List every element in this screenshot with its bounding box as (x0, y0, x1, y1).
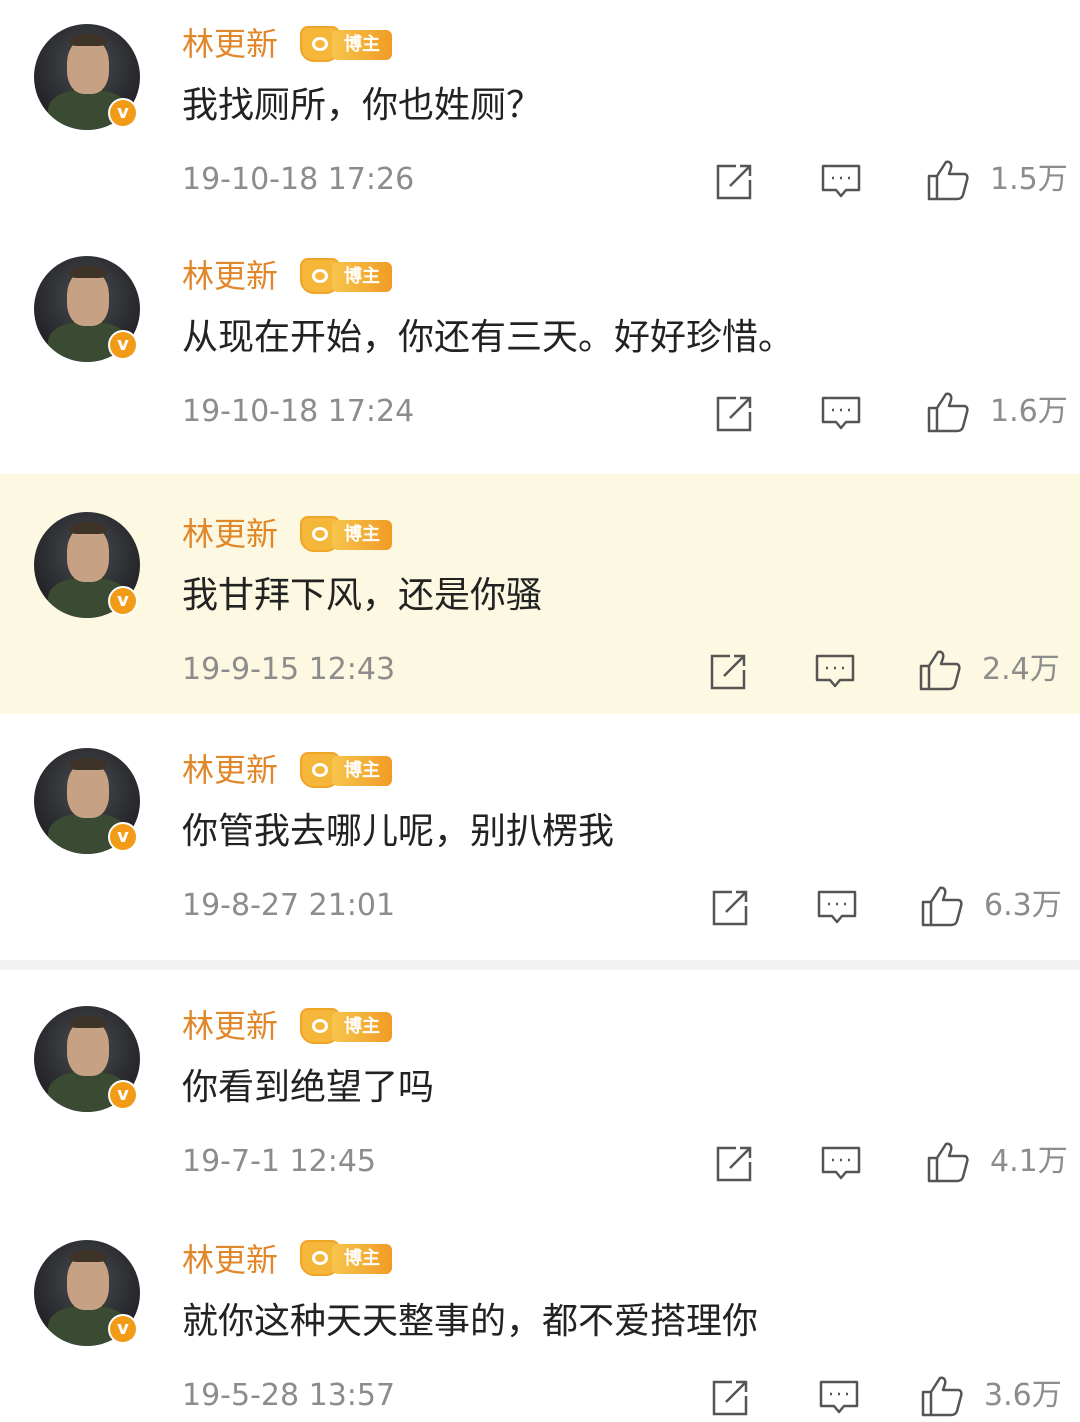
comment-time: 19-7-1 12:45 (182, 1144, 376, 1179)
username[interactable]: 林更新 (182, 252, 278, 300)
like-count: 1.6万 (990, 394, 1068, 429)
username[interactable]: 林更新 (182, 1236, 278, 1284)
blogger-tag: 博主 (300, 752, 392, 788)
share-icon[interactable] (710, 888, 750, 928)
section-divider (0, 960, 1080, 970)
comment-time: 19-10-18 17:26 (182, 162, 415, 197)
like-count: 1.5万 (990, 162, 1068, 197)
blogger-tag-label: 博主 (332, 520, 392, 550)
comment-item: v 林更新 博主 你看到绝望了吗 19-7-1 12:45 4.1万 (0, 978, 1080, 1210)
comment-icon[interactable] (814, 652, 856, 692)
share-icon[interactable] (710, 1378, 750, 1418)
verified-badge: v (108, 1080, 138, 1110)
blogger-tag-label: 博主 (332, 30, 392, 60)
share-icon[interactable] (708, 652, 748, 692)
like-icon[interactable] (920, 884, 964, 928)
comment-icon[interactable] (820, 1144, 862, 1184)
blogger-tag: 博主 (300, 516, 392, 552)
like-count: 3.6万 (984, 1378, 1062, 1413)
verified-badge: v (108, 98, 138, 128)
verified-badge: v (108, 586, 138, 616)
share-icon[interactable] (714, 394, 754, 434)
like-icon[interactable] (918, 648, 962, 692)
blogger-tag: 博主 (300, 1008, 392, 1044)
comment-text: 我找厕所，你也姓厕？ (182, 85, 543, 126)
comment-icon[interactable] (816, 888, 858, 928)
comment-text: 就你这种天天整事的，都不爱搭理你 (182, 1301, 759, 1342)
comment-icon[interactable] (818, 1378, 860, 1418)
comment-time: 19-5-28 13:57 (182, 1378, 396, 1413)
blogger-tag: 博主 (300, 1240, 392, 1276)
share-icon[interactable] (714, 162, 754, 202)
verified-badge: v (108, 822, 138, 852)
like-icon[interactable] (926, 390, 970, 434)
blogger-tag-label: 博主 (332, 756, 392, 786)
like-count: 6.3万 (984, 888, 1062, 923)
comment-time: 19-10-18 17:24 (182, 394, 415, 429)
comment-icon[interactable] (820, 162, 862, 202)
share-icon[interactable] (714, 1144, 754, 1184)
comment-time: 19-9-15 12:43 (182, 652, 396, 687)
comment-text: 你看到绝望了吗 (182, 1067, 435, 1108)
comment-item: v 林更新 博主 从现在开始，你还有三天。好好珍惜。 19-10-18 17:2… (0, 232, 1080, 462)
comment-text: 你管我去哪儿呢，别扒楞我 (182, 811, 615, 852)
verified-badge: v (108, 1314, 138, 1344)
username[interactable]: 林更新 (182, 746, 278, 794)
comment-icon[interactable] (820, 394, 862, 434)
like-icon[interactable] (926, 1140, 970, 1184)
verified-badge: v (108, 330, 138, 360)
like-icon[interactable] (920, 1374, 964, 1418)
blogger-tag: 博主 (300, 258, 392, 294)
comment-feed: v 林更新 博主 我找厕所，你也姓厕？ 19-10-18 17:26 1.5万 … (0, 0, 1080, 1422)
blogger-tag-label: 博主 (332, 262, 392, 292)
comment-item: v 林更新 博主 我找厕所，你也姓厕？ 19-10-18 17:26 1.5万 (0, 0, 1080, 230)
comment-time: 19-8-27 21:01 (182, 888, 396, 923)
blogger-tag: 博主 (300, 26, 392, 62)
comment-text: 我甘拜下风，还是你骚 (182, 575, 543, 616)
blogger-tag-label: 博主 (332, 1244, 392, 1274)
username[interactable]: 林更新 (182, 1002, 278, 1050)
like-icon[interactable] (926, 158, 970, 202)
comment-item: v 林更新 博主 就你这种天天整事的，都不爱搭理你 19-5-28 13:57 … (0, 1212, 1080, 1422)
username[interactable]: 林更新 (182, 510, 278, 558)
comment-item: v 林更新 博主 你管我去哪儿呢，别扒楞我 19-8-27 21:01 6.3万 (0, 722, 1080, 954)
like-count: 4.1万 (990, 1144, 1068, 1179)
username[interactable]: 林更新 (182, 20, 278, 68)
like-count: 2.4万 (982, 652, 1060, 687)
comment-item-highlighted: v 林更新 博主 我甘拜下风，还是你骚 19-9-15 12:43 2.4万 (0, 474, 1080, 714)
blogger-tag-label: 博主 (332, 1012, 392, 1042)
comment-text: 从现在开始，你还有三天。好好珍惜。 (182, 317, 795, 358)
